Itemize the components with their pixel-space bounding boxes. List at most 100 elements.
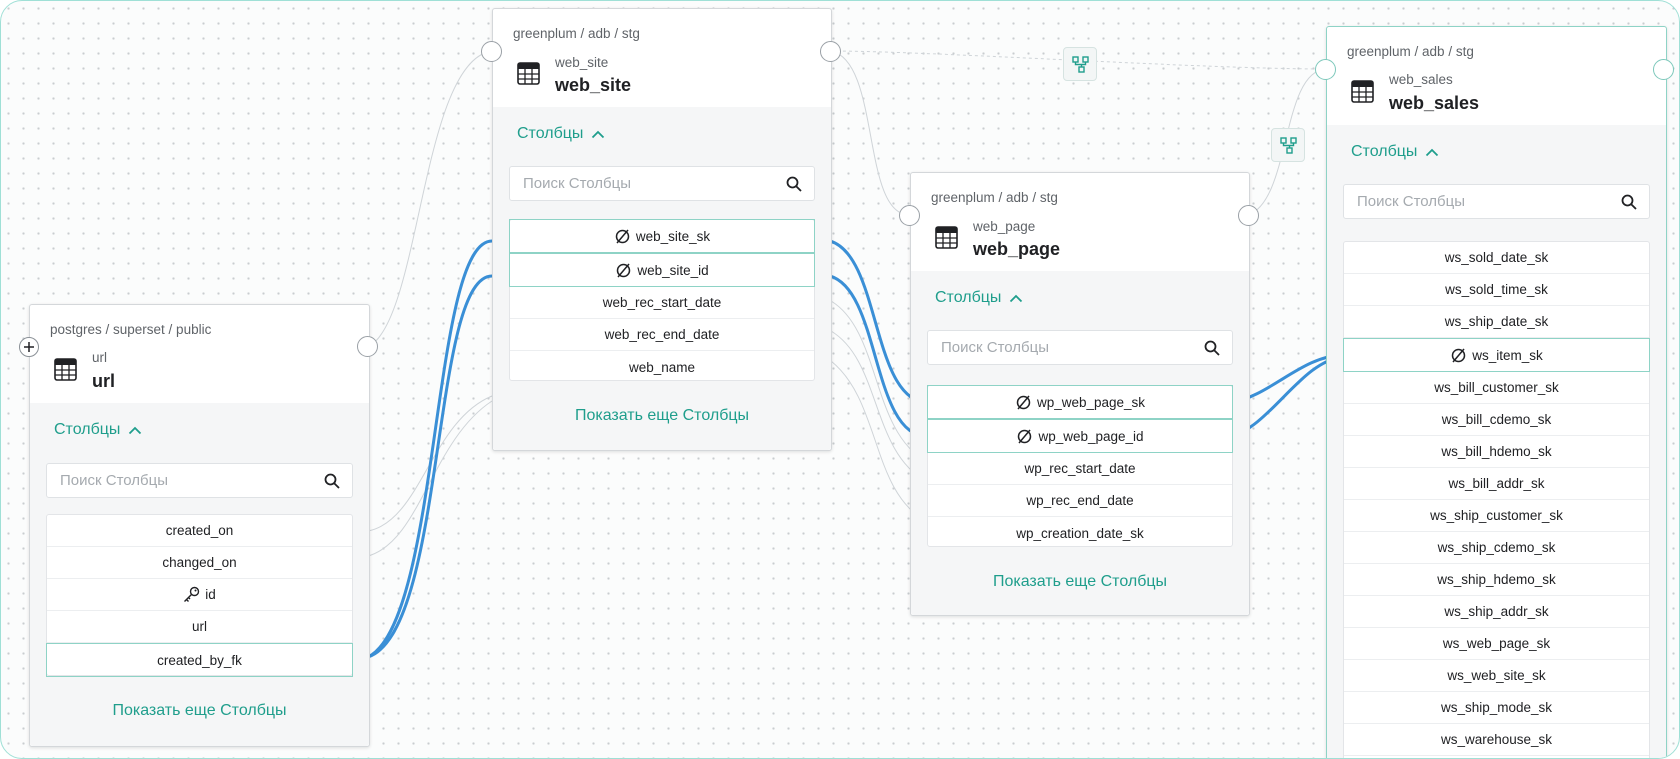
column-row[interactable]: ws_ship_addr_sk (1344, 596, 1649, 628)
column-row[interactable]: web_rec_start_date (510, 287, 814, 319)
column-row[interactable]: changed_on (47, 547, 352, 579)
expand-upstream-button[interactable] (19, 337, 39, 357)
column-name: wp_rec_end_date (1026, 493, 1134, 508)
column-name: created_by_fk (157, 652, 242, 668)
node-body: Столбцы web_site_sk web_site_id web_rec_… (493, 107, 831, 450)
node-path: greenplum / adb / stg (513, 26, 640, 41)
show-more-columns-link[interactable]: Показать еще Столбцы (30, 702, 369, 720)
column-name: web_name (628, 359, 696, 375)
node-output-handle[interactable] (1653, 59, 1674, 80)
column-name: ws_ship_cdemo_sk (1437, 540, 1556, 555)
column-name: ws_web_site_sk (1447, 668, 1546, 683)
node-input-handle[interactable] (899, 205, 920, 226)
column-name: ws_web_page_sk (1442, 636, 1551, 651)
columns-toggle[interactable]: Столбцы (517, 125, 605, 143)
show-more-columns-link[interactable]: Показать еще Столбцы (911, 573, 1249, 591)
column-row[interactable]: wp_rec_start_date (928, 453, 1232, 485)
node-body: Столбцы ws_sold_date_sk ws_sold_time_sk … (1327, 125, 1666, 758)
column-search-input[interactable] (510, 167, 814, 200)
column-search-input[interactable] (928, 331, 1232, 364)
lineage-icon (1280, 137, 1297, 154)
column-row[interactable]: ws_ship_cdemo_sk (1344, 532, 1649, 564)
node-body: Столбцы created_on changed_on id (30, 403, 369, 746)
column-name: wp_web_page_sk (1036, 394, 1146, 410)
column-row-highlighted[interactable]: wp_web_page_id (927, 419, 1233, 453)
show-more-columns-link[interactable]: Показать еще Столбцы (493, 407, 831, 425)
column-row[interactable]: id (47, 579, 352, 611)
column-search (927, 330, 1233, 365)
column-row-highlighted[interactable]: wp_web_page_sk (927, 385, 1233, 419)
edge-col-faint-1 (367, 395, 493, 532)
null-icon (1451, 348, 1466, 362)
column-row[interactable]: url (47, 611, 352, 643)
search-icon[interactable] (1621, 194, 1637, 210)
columns-toggle-label: Столбцы (54, 421, 121, 438)
columns-toggle[interactable]: Столбцы (1351, 143, 1439, 161)
node-input-handle[interactable] (481, 41, 502, 62)
edge-created_by_fk-web_site_id (366, 274, 494, 659)
columns-toggle-label: Столбцы (935, 289, 1002, 306)
edge-url-web_site (367, 50, 493, 348)
column-row[interactable]: ws_sold_date_sk (1344, 242, 1649, 274)
column-search-input[interactable] (47, 464, 352, 497)
columns-toggle-label: Столбцы (1351, 143, 1418, 160)
column-row[interactable]: ws_bill_customer_sk (1344, 372, 1649, 404)
node-web_sales[interactable]: greenplum / adb / stg web_sales web_sale… (1326, 26, 1667, 758)
column-row[interactable]: ws_warehouse_sk (1344, 724, 1649, 756)
column-row[interactable]: ws_ship_date_sk (1344, 306, 1649, 338)
column-row[interactable]: wp_rec_end_date (928, 485, 1232, 517)
column-list: ws_sold_date_sk ws_sold_time_sk ws_ship_… (1343, 241, 1650, 758)
column-row[interactable]: web_name (510, 351, 814, 383)
search-icon[interactable] (324, 473, 340, 489)
chevron-up-icon (129, 426, 142, 434)
lineage-button-2[interactable] (1271, 128, 1305, 162)
column-row[interactable]: ws_bill_addr_sk (1344, 468, 1649, 500)
column-row[interactable]: ws_ship_hdemo_sk (1344, 564, 1649, 596)
column-row[interactable]: ws_web_site_sk (1344, 660, 1649, 692)
column-row[interactable]: wp_creation_date_sk (928, 517, 1232, 549)
column-row-highlighted[interactable]: web_site_sk (509, 219, 815, 253)
node-url[interactable]: postgres / superset / public url url Сто… (29, 304, 370, 747)
column-name: ws_item_sk (1472, 347, 1543, 363)
column-row[interactable]: created_on (47, 515, 352, 547)
column-row[interactable]: ws_bill_hdemo_sk (1344, 436, 1649, 468)
column-row[interactable]: ws_ship_customer_sk (1344, 500, 1649, 532)
column-name: wp_rec_start_date (1024, 461, 1136, 476)
node-output-handle[interactable] (1238, 205, 1259, 226)
column-name: ws_ship_customer_sk (1430, 508, 1563, 523)
column-name: wp_web_page_id (1038, 428, 1144, 444)
column-row-highlighted[interactable]: created_by_fk (46, 643, 353, 677)
column-search (46, 463, 353, 498)
column-row[interactable]: ws_ship_mode_sk (1344, 692, 1649, 724)
search-icon[interactable] (786, 176, 802, 192)
search-icon[interactable] (1204, 340, 1220, 356)
column-row[interactable]: ws_bill_cdemo_sk (1344, 404, 1649, 436)
node-output-handle[interactable] (820, 41, 841, 62)
column-row[interactable]: ws_sold_time_sk (1344, 274, 1649, 306)
null-icon (1016, 395, 1031, 409)
table-icon (935, 226, 958, 249)
columns-toggle[interactable]: Столбцы (935, 289, 1023, 307)
lineage-button-1[interactable] (1063, 47, 1097, 81)
column-row[interactable]: web_rec_end_date (510, 319, 814, 351)
key-icon (184, 586, 200, 602)
node-output-handle[interactable] (357, 336, 378, 357)
columns-toggle[interactable]: Столбцы (54, 421, 142, 439)
node-web_page[interactable]: greenplum / adb / stg web_page web_page … (910, 172, 1250, 616)
null-icon (1018, 429, 1032, 443)
node-title: web_page (973, 239, 1061, 259)
column-search-input[interactable] (1344, 185, 1649, 218)
node-web_site[interactable]: greenplum / adb / stg web_site web_site … (492, 8, 832, 451)
node-input-handle[interactable] (1315, 59, 1336, 80)
column-name: web_site_id (637, 262, 709, 278)
lineage-canvas[interactable]: postgres / superset / public url url Сто… (0, 0, 1680, 759)
column-name: wp_creation_date_sk (1016, 525, 1144, 541)
table-icon (517, 62, 540, 85)
edge-created_by_fk-web_site_sk (366, 239, 494, 659)
node-subtitle: url (92, 350, 108, 365)
column-row-highlighted[interactable]: ws_item_sk (1343, 338, 1650, 372)
column-list: wp_web_page_sk wp_web_page_id wp_rec_sta… (927, 385, 1233, 547)
column-row[interactable]: ws_web_page_sk (1344, 628, 1649, 660)
column-list: web_site_sk web_site_id web_rec_start_da… (509, 219, 815, 381)
column-row-highlighted[interactable]: web_site_id (509, 253, 815, 287)
